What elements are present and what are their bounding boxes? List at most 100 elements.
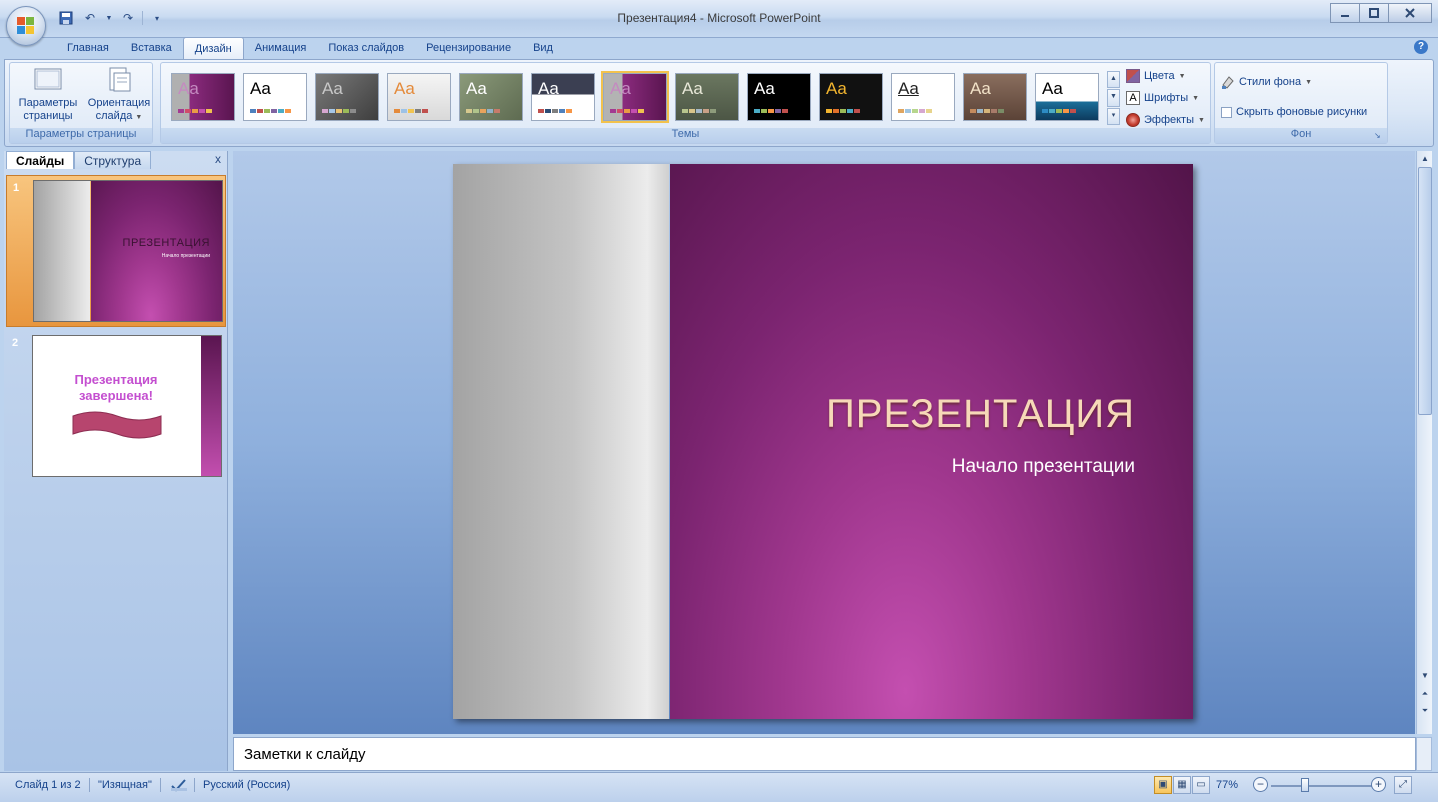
zoom-slider-thumb[interactable] — [1301, 778, 1309, 792]
tab-animation[interactable]: Анимация — [244, 37, 318, 59]
effects-icon — [1126, 113, 1140, 127]
group-label-page-setup: Параметры страницы — [10, 128, 152, 143]
page-setup-label-1: Параметры — [18, 97, 78, 109]
colors-label: Цвета — [1144, 70, 1175, 82]
theme-sample-text: Aa — [178, 79, 199, 98]
fonts-icon: A — [1126, 91, 1140, 105]
page-setup-icon — [33, 67, 63, 93]
slide-editing-area: ПРЕЗЕНТАЦИЯ Начало презентации — [233, 151, 1415, 734]
theme-thumbnail-10[interactable]: Aa — [819, 73, 883, 121]
slide-thumbnail-1[interactable]: 1 ПРЕЗЕНТАЦИЯ Начало презентации — [6, 175, 226, 327]
theme-thumbnail-2[interactable]: Aa — [243, 73, 307, 121]
dialog-launcher-icon[interactable]: ↘ — [1374, 131, 1384, 141]
theme-color-bar — [466, 109, 500, 113]
theme-effects-button[interactable]: Эффекты ▼ — [1126, 111, 1205, 129]
group-themes: Aa Aa Aa Aa Aa Aa Aa Aa Aa Aa Aa Aa Aa ▲… — [160, 62, 1211, 144]
notes-pane[interactable]: Заметки к слайду — [233, 737, 1416, 771]
previous-slide-icon[interactable]: ⏶ — [1418, 687, 1432, 701]
theme-thumbnail-8[interactable]: Aa — [675, 73, 739, 121]
tab-slides[interactable]: Слайды — [6, 151, 75, 169]
tab-home[interactable]: Главная — [56, 37, 120, 59]
gallery-scroll-up-icon[interactable]: ▲ — [1107, 71, 1120, 89]
theme-thumbnail-12[interactable]: Aa — [963, 73, 1027, 121]
theme-color-bar — [826, 109, 860, 113]
theme-color-bar — [394, 109, 428, 113]
normal-view-icon[interactable]: ▣ — [1154, 776, 1172, 794]
orientation-icon — [104, 67, 134, 93]
theme-sample-text: Aa — [682, 79, 703, 98]
theme-gallery-scroll: ▲ ▼ ▾ — [1107, 71, 1120, 125]
theme-thumbnail-13[interactable]: Aa — [1035, 73, 1099, 121]
theme-color-bar — [1042, 109, 1076, 113]
theme-sample-text: Aa — [394, 79, 415, 98]
theme-thumbnail-3[interactable]: Aa — [315, 73, 379, 121]
checkbox-icon[interactable] — [1221, 106, 1232, 118]
thumbnail-title: ПРЕЗЕНТАЦИЯ — [122, 237, 210, 249]
chevron-down-icon: ▼ — [1305, 78, 1313, 86]
theme-thumbnail-5[interactable]: Aa — [459, 73, 523, 121]
theme-thumbnail-7-selected[interactable]: Aa — [601, 71, 669, 123]
theme-fonts-button[interactable]: A Шрифты ▼ — [1126, 89, 1199, 107]
slide-orientation-button[interactable]: Ориентация слайда ▼ — [84, 67, 154, 124]
slide-sorter-view-icon[interactable]: ▦ — [1173, 776, 1191, 794]
notes-scrollbar[interactable] — [1416, 737, 1432, 771]
window-controls — [1330, 3, 1432, 23]
zoom-level[interactable]: 77% — [1216, 779, 1238, 791]
theme-thumbnail-1[interactable]: Aa — [171, 73, 235, 121]
zoom-in-icon[interactable]: + — [1371, 777, 1386, 792]
theme-colors-button[interactable]: Цвета ▼ — [1126, 67, 1186, 85]
theme-thumbnail-9[interactable]: Aa — [747, 73, 811, 121]
scroll-up-icon[interactable]: ▲ — [1418, 152, 1432, 166]
close-button[interactable] — [1388, 3, 1432, 23]
page-setup-button[interactable]: Параметры страницы — [16, 67, 80, 123]
hide-background-graphics-label: Скрыть фоновые рисунки — [1236, 106, 1368, 118]
zoom-out-icon[interactable]: − — [1253, 777, 1268, 792]
slides-pane: Слайды Структура x 1 ПРЕЗЕНТАЦИЯ Начало … — [4, 151, 228, 771]
tab-review[interactable]: Рецензирование — [415, 37, 522, 59]
current-slide[interactable]: ПРЕЗЕНТАЦИЯ Начало презентации — [453, 164, 1193, 719]
tab-design[interactable]: Дизайн — [182, 37, 244, 59]
gallery-more-icon[interactable]: ▾ — [1107, 107, 1120, 125]
tab-insert[interactable]: Вставка — [120, 37, 183, 59]
hide-background-graphics-checkbox[interactable]: Скрыть фоновые рисунки — [1221, 103, 1367, 121]
office-button[interactable] — [6, 6, 46, 46]
help-icon[interactable]: ? — [1414, 40, 1428, 54]
tab-slide-show[interactable]: Показ слайдов — [317, 37, 415, 59]
tab-outline[interactable]: Структура — [74, 151, 152, 169]
slide-thumbnail-2[interactable]: 2 Презентация завершена! — [6, 331, 226, 481]
pane-close-icon[interactable]: x — [215, 152, 221, 166]
chevron-down-icon: ▼ — [1192, 94, 1200, 102]
group-page-setup: Параметры страницы Ориентация слайда ▼ П… — [9, 62, 153, 144]
theme-color-bar — [322, 109, 356, 113]
title-bar: ↶ ▼ ↷ ▾ Презентация4 - Microsoft PowerPo… — [0, 0, 1438, 38]
theme-thumbnail-11[interactable]: Aa — [891, 73, 955, 121]
minimize-button[interactable] — [1330, 3, 1360, 23]
maximize-button[interactable] — [1359, 3, 1389, 23]
slide-title[interactable]: ПРЕЗЕНТАЦИЯ — [826, 392, 1135, 437]
vertical-scrollbar[interactable]: ▲ ▼ ⏶ ⏷ — [1416, 151, 1432, 734]
theme-sample-text: Aa — [610, 79, 631, 98]
fit-to-window-icon[interactable]: ⤢ — [1394, 776, 1412, 794]
spell-check-icon[interactable] — [170, 777, 188, 796]
theme-sample-text: Aa — [538, 79, 559, 98]
status-separator — [89, 778, 90, 792]
scroll-thumb[interactable] — [1418, 167, 1432, 415]
theme-thumbnail-6[interactable]: Aa — [531, 73, 595, 121]
status-slide-info: Слайд 1 из 2 — [15, 779, 81, 791]
slide-subtitle[interactable]: Начало презентации — [952, 456, 1135, 478]
theme-thumbnail-4[interactable]: Aa — [387, 73, 451, 121]
background-styles-icon — [1221, 75, 1235, 89]
theme-sample-text: Aa — [466, 79, 487, 98]
tab-view[interactable]: Вид — [522, 37, 564, 59]
notes-placeholder: Заметки к слайду — [244, 746, 366, 763]
next-slide-icon[interactable]: ⏷ — [1418, 704, 1432, 718]
zoom-slider[interactable] — [1271, 785, 1373, 787]
background-styles-button[interactable]: Стили фона ▼ — [1221, 73, 1312, 91]
theme-color-bar — [178, 109, 212, 113]
theme-sample-text: Aa — [1042, 79, 1063, 98]
scroll-down-icon[interactable]: ▼ — [1418, 669, 1432, 683]
gallery-scroll-down-icon[interactable]: ▼ — [1107, 89, 1120, 107]
slide-show-view-icon[interactable]: ▭ — [1192, 776, 1210, 794]
thumbnail-title-line-1: Презентация — [74, 372, 158, 387]
status-language[interactable]: Русский (Россия) — [203, 779, 290, 791]
